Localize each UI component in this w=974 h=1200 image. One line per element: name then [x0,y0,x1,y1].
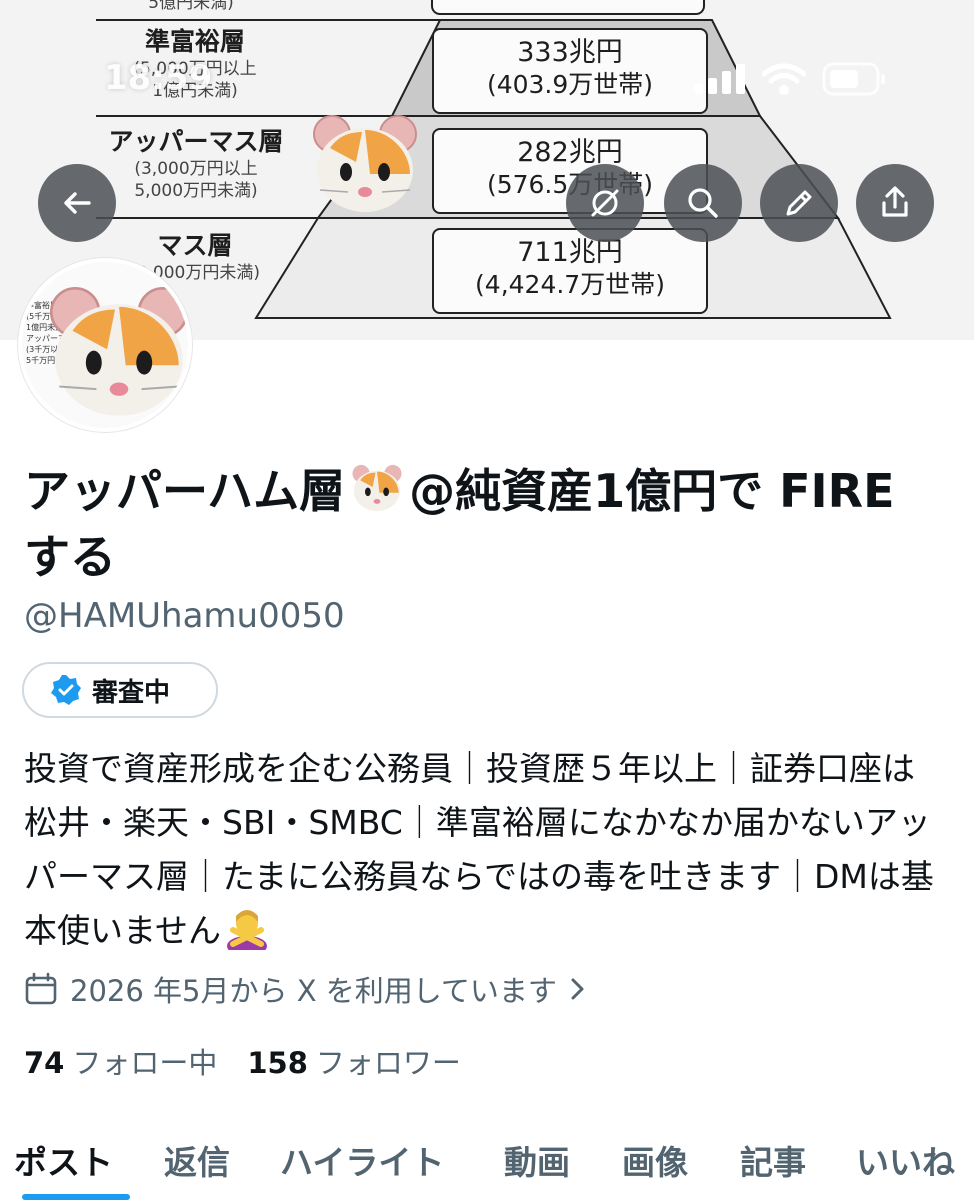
followers-label: フォロワー [315,1046,461,1080]
join-date[interactable]: 2026 年5月から X を利用しています [24,968,587,1010]
search-button[interactable] [664,164,742,242]
tier-households: (4,424.7万世帯) [475,270,665,299]
user-handle: @HAMUhamu0050 [24,596,345,636]
profile-avatar[interactable]: 準富裕層 (5千万以上 1億円未満) アッパーマス層 (3千万以上 5千万円未満… [18,258,192,432]
hamster-emoji-icon [352,464,402,512]
join-date-text: 2026 年5月から X を利用しています [70,974,557,1008]
verified-badge-icon [51,675,81,705]
tab-images[interactable]: 画像 [622,1136,688,1184]
edit-button[interactable] [760,164,838,242]
status-time: 18:59 [104,58,213,98]
tab-replies[interactable]: 返信 [164,1136,230,1184]
tier-range-text: 5,000万円未満) [134,181,258,201]
pencil-icon [786,190,812,216]
status-bar: 18:59 [0,0,974,150]
search-icon [688,188,718,218]
profile-tabs: ポスト 返信 ハイライト 動画 画像 記事 いいね [0,1128,974,1200]
share-button[interactable] [856,164,934,242]
back-arrow-icon [64,192,91,214]
tab-articles[interactable]: 記事 [740,1136,806,1184]
verification-status-badge[interactable]: 審査中 [22,662,218,718]
follow-stats: 74 フォロー中 158 フォロワー [24,1040,461,1082]
following-label: フォロー中 [72,1046,218,1080]
display-name-text: アッパーハム層 [24,464,346,518]
cellular-signal-icon [694,64,745,94]
share-icon [882,186,908,217]
wifi-icon [762,63,806,95]
battery-icon [822,62,885,96]
grok-icon [591,189,619,217]
following-count: 74 [24,1046,65,1080]
profile-bio: 投資で資産形成を企む公務員｜投資歴５年以上｜証券口座は松井・楽天・SBI・SMB… [24,742,944,958]
verification-status-label: 審査中 [92,677,171,708]
calendar-icon [25,972,57,1005]
followers-link[interactable]: 158 フォロワー [247,1040,461,1082]
hamster-avatar-icon [49,286,188,416]
tab-videos[interactable]: 動画 [504,1136,570,1184]
followers-count: 158 [247,1046,308,1080]
tier-name: マス層 [157,231,233,260]
bio-text: 投資で資産形成を企む公務員｜投資歴５年以上｜証券口座は松井・楽天・SBI・SMB… [24,749,934,950]
following-link[interactable]: 74 フォロー中 [24,1040,217,1082]
tab-likes[interactable]: いいね [856,1136,955,1184]
display-name: アッパーハム層 @純資産1億円で FIRE する [24,458,954,590]
tab-highlights[interactable]: ハイライト [280,1136,444,1184]
back-button[interactable] [38,164,116,242]
tier-amount: 711兆円 [517,237,623,268]
person-no-gesture-emoji-icon [227,910,268,956]
grok-button[interactable] [566,164,644,242]
tier-range-text: (3,000万円以上 [134,159,258,179]
tab-posts[interactable]: ポスト [14,1136,113,1184]
active-tab-indicator [22,1194,130,1200]
chevron-right-icon [571,978,584,1000]
tier-value-box: 711兆円 (4,424.7万世帯) [432,228,708,314]
